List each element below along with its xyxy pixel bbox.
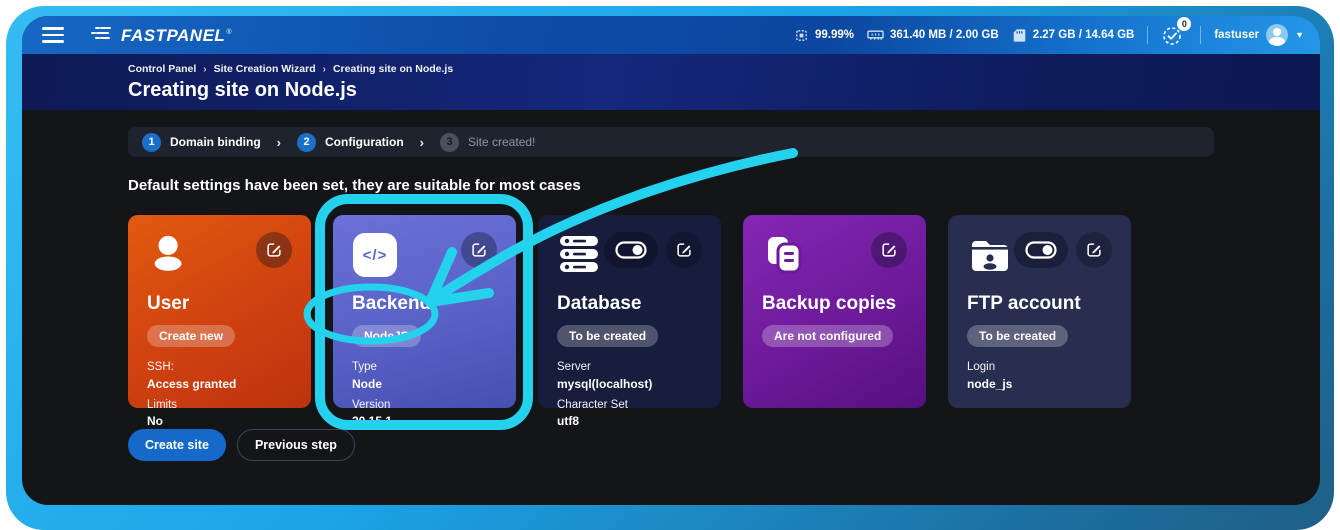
row-label: Server	[557, 360, 702, 376]
edit-icon	[265, 241, 283, 259]
settings-subtitle: Default settings have been set, they are…	[128, 177, 1214, 194]
create-site-button[interactable]: Create site	[128, 429, 226, 461]
tasks-button[interactable]: 0	[1161, 23, 1187, 47]
card-backup-copies: Backup copies Are not configured	[743, 215, 926, 408]
edit-backup-button[interactable]	[871, 232, 907, 268]
status-chip: NodeJS	[352, 325, 421, 347]
card-title: Database	[557, 293, 702, 315]
status-chip: Create new	[147, 325, 235, 347]
row-label: Login	[967, 360, 1112, 376]
edit-icon	[675, 241, 693, 259]
status-chip: To be created	[557, 325, 658, 347]
step-label: Configuration	[325, 135, 404, 149]
folder-user-icon	[967, 232, 1013, 278]
edit-database-button[interactable]	[666, 232, 702, 268]
top-bar: FASTPANEL ® 99.99% 361.40 MB / 2.0	[22, 16, 1320, 54]
card-backend: </> Backend NodeJS	[333, 215, 516, 408]
username-label: fastuser	[1214, 29, 1259, 41]
step-separator-icon: ›	[277, 135, 281, 150]
copies-icon	[762, 232, 808, 278]
database-toggle[interactable]	[604, 232, 658, 268]
ftp-toggle[interactable]	[1014, 232, 1068, 268]
row-label: Limits	[147, 398, 292, 414]
row-value: Access granted	[147, 376, 292, 392]
page-title: Creating site on Node.js	[128, 79, 1320, 102]
breadcrumb-separator: ›	[323, 64, 326, 75]
main-content: 1 Domain binding › 2 Configuration › 3 S…	[22, 110, 1320, 505]
breadcrumb-separator: ›	[203, 64, 206, 75]
cpu-icon	[794, 28, 809, 43]
row-value: mysql(localhost)	[557, 376, 702, 392]
card-title: FTP account	[967, 293, 1112, 315]
card-database: Database To be created Server mysql(loca…	[538, 215, 721, 408]
config-cards-row: User Create new SSH: Access granted Limi…	[128, 215, 1214, 408]
row-value: Node	[352, 376, 497, 392]
breadcrumb-item-current: Creating site on Node.js	[333, 63, 453, 75]
logo-registered-mark: ®	[226, 29, 231, 36]
wizard-step-domain-binding: 1 Domain binding	[142, 133, 261, 152]
divider	[1200, 26, 1201, 44]
page-header: Control Panel › Site Creation Wizard › C…	[22, 54, 1320, 110]
logo-speedlines-icon	[90, 25, 114, 41]
breadcrumb-item-control-panel[interactable]: Control Panel	[128, 63, 196, 75]
row-label: Type	[352, 360, 497, 376]
logo-text: FASTPANEL	[121, 26, 225, 46]
step-separator-icon: ›	[420, 135, 424, 150]
database-server-icon	[557, 232, 603, 278]
card-user: User Create new SSH: Access granted Limi…	[128, 215, 311, 408]
edit-ftp-button[interactable]	[1076, 232, 1112, 268]
previous-step-button[interactable]: Previous step	[237, 429, 355, 461]
wizard-step-configuration: 2 Configuration	[297, 133, 404, 152]
divider	[1147, 26, 1148, 44]
hamburger-menu-icon[interactable]	[42, 27, 64, 43]
step-number: 1	[142, 133, 161, 152]
edit-icon	[1085, 241, 1103, 259]
row-label: Character Set	[557, 398, 702, 414]
tasks-count-badge: 0	[1177, 17, 1191, 31]
cpu-value: 99.99%	[815, 29, 854, 41]
edit-user-button[interactable]	[256, 232, 292, 268]
app-window: FASTPANEL ® 99.99% 361.40 MB / 2.0	[22, 16, 1320, 505]
step-number: 2	[297, 133, 316, 152]
row-label: SSH:	[147, 360, 292, 376]
row-value: node_js	[967, 376, 1112, 392]
edit-icon	[880, 241, 898, 259]
row-value: No	[147, 413, 292, 429]
toggle-on-icon	[1025, 241, 1057, 259]
step-label: Site created!	[468, 135, 535, 149]
avatar	[1266, 24, 1288, 46]
step-label: Domain binding	[170, 135, 261, 149]
wizard-actions: Create site Previous step	[128, 429, 1214, 461]
card-ftp-account: FTP account To be created Login node_js	[948, 215, 1131, 408]
breadcrumb: Control Panel › Site Creation Wizard › C…	[128, 63, 1320, 75]
code-icon: </>	[352, 232, 398, 278]
card-title: Backend	[352, 293, 497, 315]
user-icon	[147, 232, 193, 278]
wizard-step-site-created: 3 Site created!	[440, 133, 535, 152]
breadcrumb-item-wizard[interactable]: Site Creation Wizard	[214, 63, 316, 75]
card-title: Backup copies	[762, 293, 907, 315]
wizard-steps-bar: 1 Domain binding › 2 Configuration › 3 S…	[128, 127, 1214, 157]
status-chip: To be created	[967, 325, 1068, 347]
screenshot-stage: FASTPANEL ® 99.99% 361.40 MB / 2.0	[0, 0, 1340, 530]
disk-icon	[1012, 28, 1027, 43]
ram-stat: 361.40 MB / 2.00 GB	[867, 28, 999, 42]
cpu-stat: 99.99%	[794, 28, 854, 43]
disk-stat: 2.27 GB / 14.64 GB	[1012, 28, 1135, 43]
row-value: utf8	[557, 413, 702, 429]
disk-value: 2.27 GB / 14.64 GB	[1033, 29, 1135, 41]
user-menu[interactable]: fastuser ▼	[1214, 24, 1304, 46]
card-title: User	[147, 293, 292, 315]
ram-icon	[867, 28, 884, 42]
row-value: 20.15.1	[352, 413, 497, 429]
edit-icon	[470, 241, 488, 259]
status-chip: Are not configured	[762, 325, 893, 347]
chevron-down-icon: ▼	[1295, 30, 1304, 40]
row-label: Version	[352, 398, 497, 414]
step-number: 3	[440, 133, 459, 152]
ram-value: 361.40 MB / 2.00 GB	[890, 29, 999, 41]
toggle-on-icon	[615, 241, 647, 259]
fastpanel-logo: FASTPANEL ®	[90, 25, 231, 46]
edit-backend-button[interactable]	[461, 232, 497, 268]
